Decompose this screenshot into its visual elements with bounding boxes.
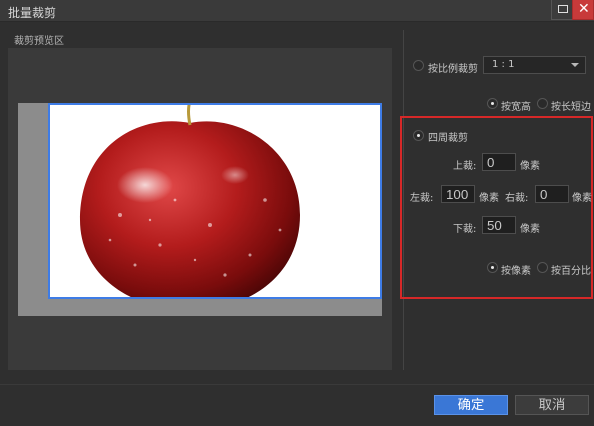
bottom-crop-unit: 像素 [520,224,540,235]
maximize-icon [558,5,568,13]
by-width-height-radio[interactable] [487,98,498,109]
window-title: 批量裁剪 [8,6,57,20]
right-crop-input[interactable] [535,185,569,203]
edge-crop-label: 四周裁剪 [428,133,468,144]
by-width-height-label: 按宽高 [501,102,531,113]
top-crop-unit: 像素 [520,161,540,172]
top-crop-label: 上裁: [453,161,477,172]
chevron-down-icon [571,63,579,67]
left-crop-unit: 像素 [479,193,499,204]
by-long-edge-label: 按长短边 [551,102,591,113]
ratio-crop-label: 按比例裁剪 [428,64,478,75]
by-pixels-radio[interactable] [487,262,498,273]
left-crop-label: 左裁: [410,193,434,204]
maximize-button[interactable] [551,0,573,20]
by-long-edge-radio[interactable] [537,98,548,109]
ok-button[interactable]: 确定 [434,395,508,415]
ratio-crop-radio[interactable] [413,60,424,71]
preview-area [8,48,392,370]
title-bar: 批量裁剪 ✕ [0,0,594,22]
apple-image [80,105,300,297]
preview-label: 裁剪预览区 [14,36,64,47]
by-pixels-label: 按像素 [501,266,531,277]
bottom-crop-input[interactable] [482,216,516,234]
ratio-select[interactable]: 1 : 1 [483,56,586,74]
top-crop-input[interactable] [482,153,516,171]
close-button[interactable]: ✕ [572,0,594,20]
by-percent-label: 按百分比 [551,266,591,277]
left-crop-input[interactable] [441,185,475,203]
right-crop-label: 右裁: [505,193,529,204]
bottom-crop-label: 下裁: [453,224,477,235]
edge-crop-radio[interactable] [413,130,424,141]
cancel-button[interactable]: 取消 [515,395,589,415]
crop-frame[interactable] [48,103,382,299]
close-icon: ✕ [578,1,590,17]
by-percent-radio[interactable] [537,262,548,273]
ratio-select-value: 1 : 1 [492,59,515,70]
right-crop-unit: 像素 [572,193,592,204]
